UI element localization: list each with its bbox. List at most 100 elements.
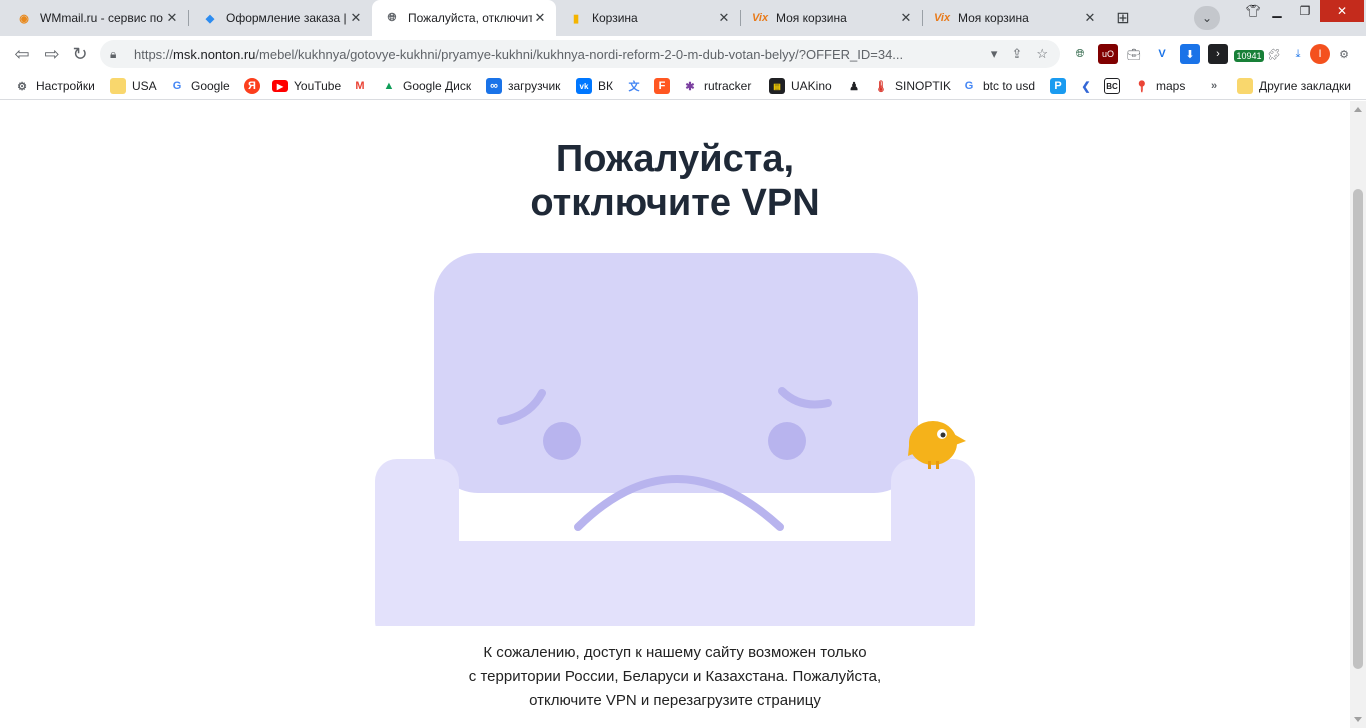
bookmark-other[interactable]: Другие закладки: [1237, 77, 1351, 95]
google-icon: G: [964, 80, 974, 92]
left-eye: [543, 422, 581, 460]
close-icon[interactable]: ✕: [348, 10, 364, 26]
bookmark-gmail[interactable]: M: [352, 77, 374, 95]
download-helper-icon[interactable]: ⬇: [1180, 44, 1200, 64]
bookmark-google-drive[interactable]: ▲ Google Диск: [381, 77, 472, 95]
chess-icon: ♟: [849, 80, 859, 93]
tab-title: Пожалуйста, отключите: [408, 11, 532, 25]
bookmark-youtube[interactable]: ▶ YouTube: [272, 77, 341, 95]
new-tab-button[interactable]: ⊞: [1110, 6, 1136, 30]
sad-sofa-illustration: [375, 253, 975, 626]
uakino-icon: ▤: [769, 78, 785, 94]
gmail-icon: M: [355, 80, 365, 92]
back-button[interactable]: ⇦: [10, 42, 34, 66]
p-icon: P: [1050, 78, 1066, 94]
scroll-down-arrow[interactable]: [1354, 717, 1362, 722]
reload-button[interactable]: ↻: [68, 42, 92, 66]
puzzle-icon[interactable]: 🧩︎: [1264, 44, 1284, 64]
tab-order[interactable]: ◆ Оформление заказа | и ✕: [190, 0, 372, 36]
maps-icon: 📍︎: [1135, 80, 1149, 93]
tab-strip: ◉ WMmail.ru - сервис по ✕ ◆ Оформление з…: [0, 0, 1366, 36]
bookmark-rutracker[interactable]: ✱ rutracker: [682, 77, 751, 95]
right-eye: [768, 422, 806, 460]
maximize-button[interactable]: ❐: [1290, 0, 1320, 22]
vpn-message: К сожалению, доступ к нашему сайту возмо…: [468, 644, 882, 709]
bookmark-f[interactable]: F: [654, 77, 676, 95]
tab-wmmail[interactable]: ◉ WMmail.ru - сервис по ✕: [4, 0, 188, 36]
bookmark-chevron[interactable]: ❮: [1078, 77, 1100, 95]
bookmark-p[interactable]: P: [1050, 77, 1072, 95]
ublock-icon[interactable]: uO: [1098, 44, 1118, 64]
bookmark-uakino[interactable]: ▤ UAKino: [769, 77, 832, 95]
tab-my-cart-2[interactable]: Vix Моя корзина ✕: [922, 0, 1106, 36]
page-scrollbar[interactable]: [1350, 101, 1366, 728]
close-icon[interactable]: ✕: [532, 10, 548, 26]
page-content: Пожалуйста, отключите VPN К сожалению, д…: [0, 101, 1350, 728]
url-text[interactable]: https://msk.nonton.ru/mebel/kukhnya/goto…: [134, 47, 991, 62]
tab-my-cart-1[interactable]: Vix Моя корзина ✕: [740, 0, 922, 36]
translate-icon: 文: [628, 81, 640, 93]
avatar[interactable]: I: [1310, 44, 1330, 64]
vix-icon: Vix: [933, 12, 951, 24]
v-extension-icon[interactable]: V: [1152, 44, 1172, 64]
bookmarks-overflow-button[interactable]: »: [1206, 77, 1228, 95]
share-icon[interactable]: ⇪: [1011, 46, 1022, 62]
bookmark-vk[interactable]: vk ВК: [576, 77, 613, 95]
scroll-up-arrow[interactable]: [1354, 107, 1362, 112]
star-icon[interactable]: ☆: [1036, 46, 1048, 62]
google-icon: G: [172, 80, 182, 92]
bookmark-downloader[interactable]: ∞ загрузчик: [486, 77, 560, 95]
bookmarks-bar: ⚙ Настройки USA G Google Я ▶ YouTube M ▲ Goo…: [0, 72, 1366, 100]
briefcase-icon[interactable]: 💼︎: [1124, 44, 1144, 64]
sofa-back: [434, 253, 918, 493]
dropdown-icon[interactable]: ▾: [991, 46, 998, 62]
browser-toolbar: ⇦ ⇨ ↻ 🔒︎ https://msk.nonton.ru/mebel/kuk…: [0, 36, 1366, 72]
close-icon[interactable]: ✕: [164, 10, 180, 26]
bookmark-sinoptik[interactable]: 🌡︎ SINOPTIK: [873, 77, 951, 95]
wmmail-icon: ◉: [19, 12, 29, 25]
sofa-armrest-right: [891, 459, 975, 626]
bookmark-usa[interactable]: USA: [110, 77, 157, 95]
youtube-icon: ▶: [272, 80, 288, 92]
close-icon[interactable]: ✕: [1082, 10, 1098, 26]
downloads-icon[interactable]: ⤓: [1288, 44, 1308, 64]
badge-extension-icon[interactable]: 10941: [1234, 50, 1264, 62]
page-title: Пожалуйста, отключите VPN: [530, 138, 820, 224]
forward-button[interactable]: ⇨: [40, 42, 64, 66]
bookmark-chess[interactable]: ♟: [846, 77, 868, 95]
f-icon: F: [654, 78, 670, 94]
close-icon[interactable]: ✕: [898, 10, 914, 26]
lock-icon[interactable]: 🔒︎: [110, 47, 124, 62]
tab-cart[interactable]: ▮ Корзина ✕: [556, 0, 740, 36]
bookmark-bc[interactable]: BC: [1104, 77, 1126, 95]
bookmark-settings[interactable]: ⚙ Настройки: [14, 77, 95, 95]
yandex-icon: Я: [244, 78, 260, 94]
bookmark-google[interactable]: G Google: [169, 77, 230, 95]
bookmark-maps[interactable]: 📍︎ maps: [1134, 77, 1185, 95]
pl-extension-icon[interactable]: 🌐︎: [1070, 44, 1090, 64]
tab-vpn[interactable]: 🌐︎ Пожалуйста, отключите ✕: [372, 0, 556, 36]
tab-search-button[interactable]: ⌄: [1194, 6, 1220, 30]
infinity-icon: ∞: [486, 78, 502, 94]
tab-title: Моя корзина: [776, 11, 847, 25]
globe-icon: 🌐︎: [387, 11, 397, 24]
bookmark-translate[interactable]: 文: [626, 77, 648, 95]
close-icon[interactable]: ✕: [716, 10, 732, 26]
gear-icon: ⚙: [17, 80, 27, 93]
bookmark-btc-to-usd[interactable]: Gbtc to usd: [961, 77, 1035, 95]
tab-title: Оформление заказа | и: [226, 11, 348, 25]
sheets-icon: ▮: [572, 12, 580, 25]
settings-icon[interactable]: ⚙: [1334, 44, 1354, 64]
tab-separator: [188, 10, 189, 26]
double-chevron-icon: »: [1210, 80, 1218, 92]
vix-icon: Vix: [751, 12, 769, 24]
address-bar[interactable]: 🔒︎ https://msk.nonton.ru/mebel/kukhnya/g…: [100, 40, 1060, 68]
sofa-base: [375, 541, 975, 626]
bookmark-yandex[interactable]: Я: [244, 77, 266, 95]
minimize-button[interactable]: ▁: [1262, 0, 1292, 22]
sofa-armrest-left: [375, 459, 459, 626]
tab-title: Моя корзина: [958, 11, 1029, 25]
terminal-icon[interactable]: ›: [1208, 44, 1228, 64]
scroll-thumb[interactable]: [1353, 189, 1363, 669]
window-close-button[interactable]: ✕: [1320, 0, 1364, 22]
